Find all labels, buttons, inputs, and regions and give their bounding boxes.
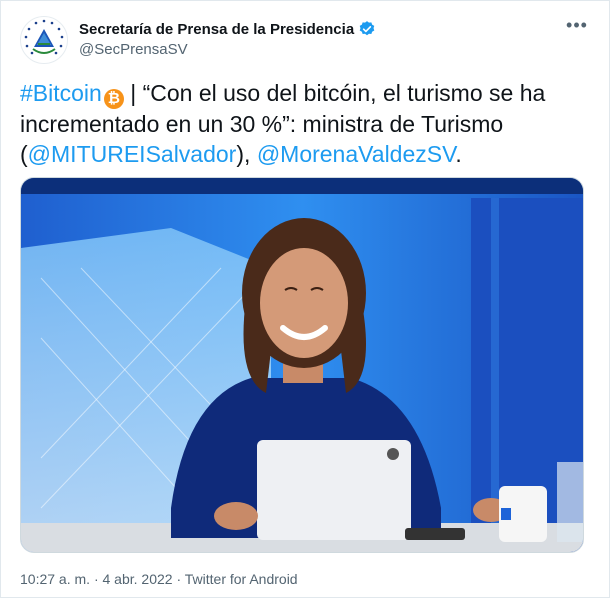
- separator: ·: [93, 571, 99, 587]
- bitcoin-emoji-icon: ₿: [103, 89, 124, 109]
- account-name[interactable]: Secretaría de Prensa de la Presidencia: [79, 21, 354, 38]
- account-handle[interactable]: @SecPrensaSV: [79, 41, 188, 58]
- tweet-date[interactable]: 4 abr. 2022: [103, 571, 173, 587]
- tweet-time[interactable]: 10:27 a. m.: [20, 571, 90, 587]
- tweet-source: Twitter for Android: [184, 571, 298, 587]
- mention-link-morena[interactable]: @MorenaValdezSV: [257, 141, 456, 167]
- tweet-text-part2: ),: [236, 141, 251, 167]
- tweet-text-part3: .: [455, 141, 462, 167]
- hashtag-link[interactable]: #Bitcoin: [20, 80, 102, 106]
- more-horizontal-icon[interactable]: •••: [566, 16, 588, 38]
- avatar[interactable]: [20, 16, 68, 64]
- tweet-photo[interactable]: [20, 177, 584, 553]
- verified-badge-icon: [359, 21, 375, 36]
- tweet-text: #Bitcoin ₿ | “Con el uso del bitcóin, el …: [20, 78, 588, 169]
- el-salvador-coat-of-arms-icon: [23, 19, 65, 61]
- mention-link-mitur[interactable]: @MITUREISalvador: [28, 141, 237, 167]
- tweet-metadata: 10:27 a. m. · 4 abr. 2022 · Twitter for …: [20, 571, 298, 587]
- separator: ·: [176, 571, 182, 587]
- photo-minister-at-desk: [21, 178, 583, 552]
